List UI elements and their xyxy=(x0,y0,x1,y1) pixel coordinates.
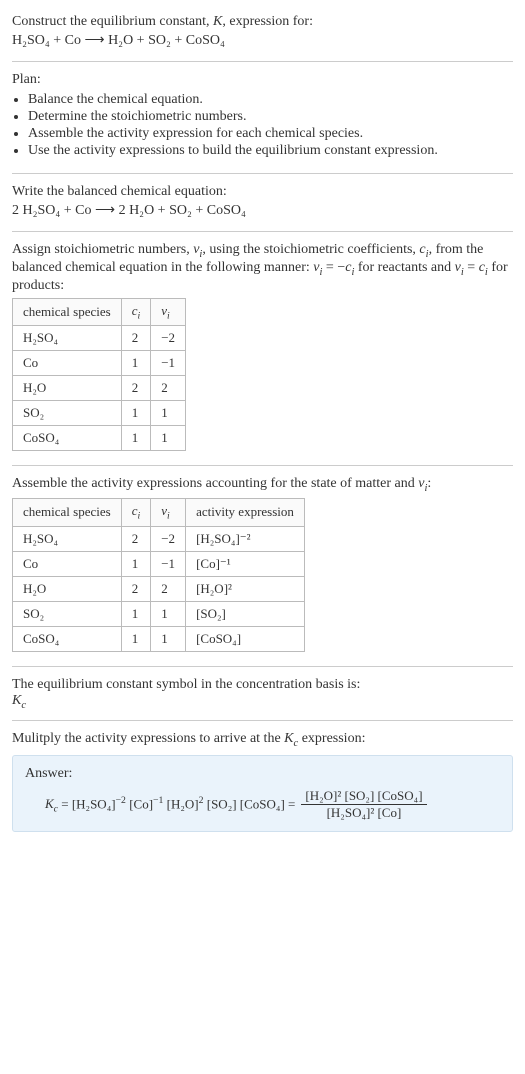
cell-ci: 2 xyxy=(121,326,151,351)
cell-species: Co xyxy=(13,351,122,376)
cell-species: CoSO₄ xyxy=(13,626,122,651)
plan-item: Assemble the activity expression for eac… xyxy=(28,126,513,142)
cell-species: H₂O xyxy=(13,376,122,401)
table-row: Co 1 −1 xyxy=(13,351,186,376)
cell-activity: [H₂SO₄]⁻² xyxy=(186,526,305,551)
table-header-row: chemical species ci νi xyxy=(13,298,186,326)
answer-label: Answer: xyxy=(25,766,500,782)
table-header-row: chemical species ci νi activity expressi… xyxy=(13,498,305,526)
plan-section: Plan: Balance the chemical equation. Det… xyxy=(12,66,513,169)
table-row: H₂SO₄ 2 −2 [H₂SO₄]⁻² xyxy=(13,526,305,551)
activity-section: Assemble the activity expressions accoun… xyxy=(12,470,513,661)
balanced-equation: 2 H₂SO₄ + Co ⟶ 2 H₂O + SO₂ + CoSO₄ xyxy=(12,202,513,219)
table-row: SO₂ 1 1 xyxy=(13,401,186,426)
col-species: chemical species xyxy=(13,298,122,326)
divider xyxy=(12,61,513,62)
cell-nui: −2 xyxy=(151,326,186,351)
kc-denominator: [H₂SO₄]² [Co] xyxy=(323,805,406,821)
table-row: CoSO₄ 1 1 [CoSO₄] xyxy=(13,626,305,651)
col-species: chemical species xyxy=(13,498,122,526)
divider xyxy=(12,465,513,466)
table-row: CoSO₄ 1 1 xyxy=(13,426,186,451)
col-nui: νi xyxy=(151,298,186,326)
cell-ci: 2 xyxy=(121,526,151,551)
cell-nui: 1 xyxy=(151,626,186,651)
table-row: SO₂ 1 1 [SO₂] xyxy=(13,601,305,626)
answer-box: Answer: Kc = [H₂SO₄]−2 [Co]−1 [H₂O]2 [SO… xyxy=(12,755,513,832)
divider xyxy=(12,231,513,232)
stoich-table: chemical species ci νi H₂SO₄ 2 −2 Co 1 −… xyxy=(12,298,186,452)
cell-ci: 1 xyxy=(121,401,151,426)
assign-text: Assign stoichiometric numbers, νi, using… xyxy=(12,242,513,294)
divider xyxy=(12,666,513,667)
cell-species: H₂SO₄ xyxy=(13,326,122,351)
cell-nui: −1 xyxy=(151,351,186,376)
cell-ci: 1 xyxy=(121,426,151,451)
divider xyxy=(12,173,513,174)
table-row: H₂O 2 2 xyxy=(13,376,186,401)
cell-species: CoSO₄ xyxy=(13,426,122,451)
cell-nui: 1 xyxy=(151,601,186,626)
kc-symbol: Kc xyxy=(12,693,513,711)
cell-ci: 1 xyxy=(121,601,151,626)
cell-nui: −1 xyxy=(151,551,186,576)
cell-ci: 1 xyxy=(121,626,151,651)
col-ci: ci xyxy=(121,498,151,526)
assemble-text: Assemble the activity expressions accoun… xyxy=(12,476,513,494)
title-line: Construct the equilibrium constant, K, e… xyxy=(12,14,513,30)
multiply-text: Mulitply the activity expressions to arr… xyxy=(12,731,513,749)
table-row: H₂O 2 2 [H₂O]² xyxy=(13,576,305,601)
kc-symbol-text: The equilibrium constant symbol in the c… xyxy=(12,677,513,693)
cell-nui: 1 xyxy=(151,426,186,451)
kc-expression: Kc = [H₂SO₄]−2 [Co]−1 [H₂O]2 [SO₂] [CoSO… xyxy=(25,788,500,821)
kc-numerator: [H₂O]² [SO₂] [CoSO₄] xyxy=(301,788,426,804)
cell-species: SO₂ xyxy=(13,401,122,426)
cell-nui: 1 xyxy=(151,401,186,426)
cell-species: H₂O xyxy=(13,576,122,601)
col-activity: activity expression xyxy=(186,498,305,526)
cell-ci: 2 xyxy=(121,576,151,601)
cell-ci: 1 xyxy=(121,551,151,576)
kc-fraction: [H₂O]² [SO₂] [CoSO₄] [H₂SO₄]² [Co] xyxy=(301,788,426,821)
cell-species: Co xyxy=(13,551,122,576)
plan-item: Use the activity expressions to build th… xyxy=(28,143,513,159)
kc-lhs: Kc = [H₂SO₄]−2 [Co]−1 [H₂O]2 [SO₂] [CoSO… xyxy=(45,795,295,815)
cell-species: SO₂ xyxy=(13,601,122,626)
table-row: H₂SO₄ 2 −2 xyxy=(13,326,186,351)
cell-activity: [CoSO₄] xyxy=(186,626,305,651)
balanced-section: Write the balanced chemical equation: 2 … xyxy=(12,178,513,227)
cell-nui: 2 xyxy=(151,376,186,401)
col-nui: νi xyxy=(151,498,186,526)
unbalanced-equation: H₂SO₄ + Co ⟶ H₂O + SO₂ + CoSO₄ xyxy=(12,32,513,49)
col-ci: ci xyxy=(121,298,151,326)
cell-ci: 2 xyxy=(121,376,151,401)
prompt-section: Construct the equilibrium constant, K, e… xyxy=(12,8,513,57)
cell-nui: −2 xyxy=(151,526,186,551)
table-row: Co 1 −1 [Co]⁻¹ xyxy=(13,551,305,576)
cell-nui: 2 xyxy=(151,576,186,601)
plan-list: Balance the chemical equation. Determine… xyxy=(12,92,513,159)
plan-item: Determine the stoichiometric numbers. xyxy=(28,109,513,125)
cell-ci: 1 xyxy=(121,351,151,376)
cell-activity: [SO₂] xyxy=(186,601,305,626)
plan-item: Balance the chemical equation. xyxy=(28,92,513,108)
multiply-section: Mulitply the activity expressions to arr… xyxy=(12,725,513,838)
balanced-label: Write the balanced chemical equation: xyxy=(12,184,513,200)
cell-activity: [H₂O]² xyxy=(186,576,305,601)
activity-table: chemical species ci νi activity expressi… xyxy=(12,498,305,652)
kc-symbol-section: The equilibrium constant symbol in the c… xyxy=(12,671,513,717)
cell-activity: [Co]⁻¹ xyxy=(186,551,305,576)
cell-species: H₂SO₄ xyxy=(13,526,122,551)
divider xyxy=(12,720,513,721)
plan-label: Plan: xyxy=(12,72,513,88)
assign-section: Assign stoichiometric numbers, νi, using… xyxy=(12,236,513,461)
